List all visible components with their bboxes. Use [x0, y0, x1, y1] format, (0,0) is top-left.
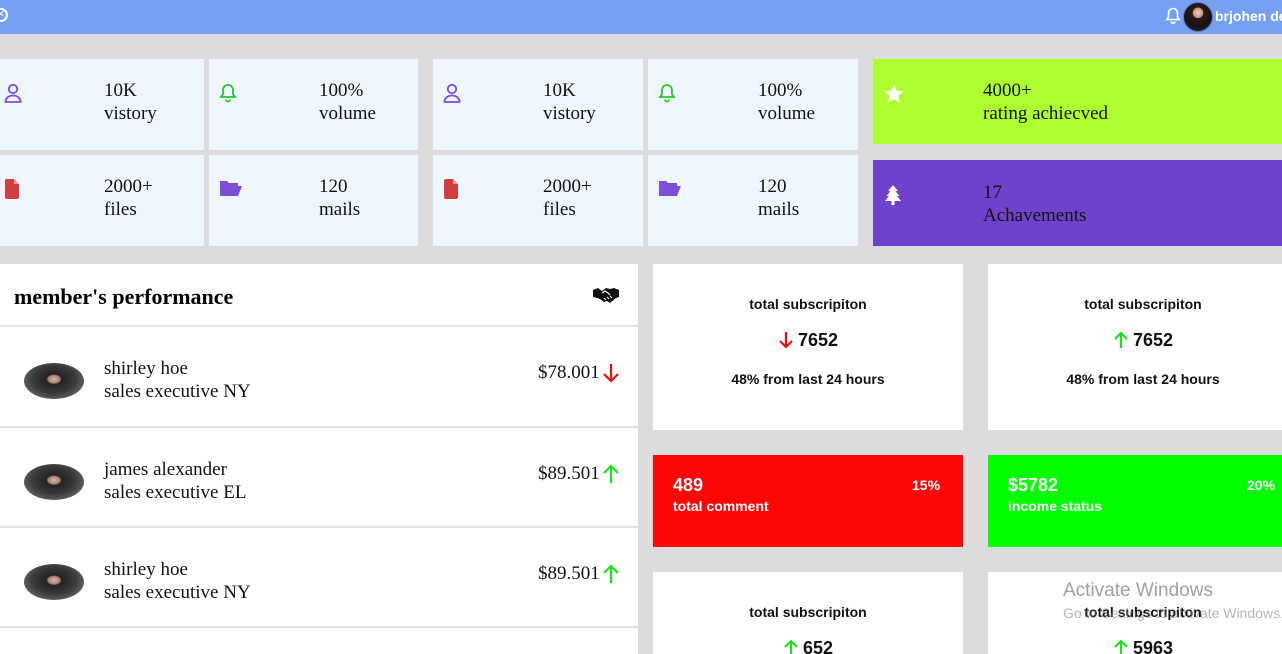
box-label: income status	[1008, 498, 1103, 514]
stat-tile-mails: 120 mails	[648, 155, 858, 246]
rating-highlight-tile: 4000+ rating achiecved	[873, 59, 1282, 144]
member-name: shirley hoe	[104, 358, 188, 379]
member-role: sales executive NY	[104, 582, 251, 603]
user-name[interactable]: brjohen de	[1215, 8, 1282, 24]
folder-icon	[658, 179, 682, 202]
card-value: 652	[802, 638, 834, 654]
handshake-icon	[592, 286, 620, 309]
member-role: sales executive EL	[104, 482, 247, 503]
stat-label: vistory	[543, 103, 596, 124]
stat-tile-visitors: 10K vistory	[0, 59, 204, 150]
member-performance-panel: member's performance shirley hoe sales ex…	[0, 264, 638, 654]
member-amount: $78.001	[538, 362, 600, 383]
member-avatar	[24, 564, 84, 600]
card-title: total subscripiton	[1084, 296, 1202, 312]
subscription-card: total subscripiton 7652 48% from last 24…	[988, 264, 1282, 430]
arrow-up-icon	[784, 639, 798, 654]
stat-value: 2000+	[104, 176, 153, 197]
subscription-card: total subscripiton 652	[653, 572, 963, 654]
stat-label: vistory	[104, 103, 157, 124]
card-note: 48% from last 24 hours	[1066, 371, 1220, 387]
member-avatar	[24, 363, 84, 399]
divider	[0, 626, 638, 628]
user-icon	[4, 83, 22, 108]
highlight-label: rating achiecved	[983, 103, 1109, 124]
member-row[interactable]: shirley hoe sales executive NY $89.501	[0, 528, 638, 626]
comment-stat-box: 489 total comment 15%	[653, 455, 963, 547]
member-row[interactable]: shirley hoe sales executive NY $78.001	[0, 327, 638, 425]
user-icon	[443, 83, 461, 108]
stat-tile-mails: 120 mails	[209, 155, 418, 246]
user-avatar[interactable]	[1183, 2, 1213, 32]
file-icon	[443, 179, 459, 204]
bell-icon	[219, 83, 237, 108]
stat-value: 10K	[104, 80, 137, 101]
highlight-value: 17	[983, 182, 1002, 203]
stat-label: mails	[758, 199, 800, 220]
arrow-up-icon	[1114, 331, 1128, 348]
activate-windows-watermark: Activate Windows	[1063, 580, 1213, 601]
stat-tile-files: 2000+ files	[433, 155, 643, 246]
stat-label: files	[543, 199, 576, 220]
folder-icon	[219, 179, 243, 202]
box-percent: 15%	[912, 477, 941, 493]
card-title: total subscripiton	[749, 604, 867, 620]
stat-tile-visitors: 10K vistory	[433, 59, 643, 150]
arrow-up-icon	[602, 564, 620, 589]
stat-value: 100%	[319, 80, 364, 101]
achievements-highlight-tile: 17 Achavements	[873, 160, 1282, 246]
card-note: 48% from last 24 hours	[731, 371, 885, 387]
box-percent: 20%	[1247, 477, 1276, 493]
stat-label: mails	[319, 199, 361, 220]
card-value: 5963	[1132, 638, 1174, 654]
box-label: total comment	[673, 498, 769, 514]
box-number: $5782	[1008, 475, 1059, 495]
member-amount: $89.501	[538, 563, 600, 584]
arrow-up-icon	[1114, 639, 1128, 654]
stat-tile-files: 2000+ files	[0, 155, 204, 246]
member-name: james alexander	[104, 459, 227, 480]
close-icon[interactable]: ✕	[0, 8, 8, 22]
tree-icon	[883, 184, 903, 211]
notification-bell-icon[interactable]	[1165, 7, 1181, 30]
stat-label: volume	[319, 103, 376, 124]
subscription-card: total subscripiton 7652 48% from last 24…	[653, 264, 963, 430]
stat-value: 120	[319, 176, 348, 197]
arrow-down-icon	[602, 363, 620, 388]
arrow-up-icon	[602, 464, 620, 489]
income-stat-box: $5782 income status 20%	[988, 455, 1282, 547]
arrow-down-icon	[779, 332, 793, 349]
top-navbar: ✕ brjohen de	[0, 0, 1282, 34]
member-amount: $89.501	[538, 463, 600, 484]
box-number: 489	[673, 475, 704, 495]
card-value: 7652	[797, 330, 839, 350]
member-avatar	[24, 464, 84, 500]
highlight-value: 4000+	[983, 80, 1032, 101]
star-icon	[883, 83, 905, 110]
member-role: sales executive NY	[104, 381, 251, 402]
activate-windows-subtext: Go to Settings to activate Windows.	[1063, 605, 1282, 621]
stat-tile-volume: 100% volume	[209, 59, 418, 150]
stat-value: 10K	[543, 80, 576, 101]
stat-value: 120	[758, 176, 787, 197]
card-value: 7652	[1132, 330, 1174, 350]
stat-label: files	[104, 199, 137, 220]
member-row[interactable]: james alexander sales executive EL $89.50…	[0, 428, 638, 526]
stat-value: 100%	[758, 80, 803, 101]
card-title: total subscripiton	[749, 296, 867, 312]
stat-value: 2000+	[543, 176, 592, 197]
panel-title: member's performance	[14, 284, 234, 309]
file-icon	[4, 179, 20, 204]
bell-icon	[658, 83, 676, 108]
highlight-label: Achavements	[983, 205, 1087, 226]
stat-label: volume	[758, 103, 815, 124]
stat-tile-volume: 100% volume	[648, 59, 858, 150]
member-name: shirley hoe	[104, 559, 188, 580]
